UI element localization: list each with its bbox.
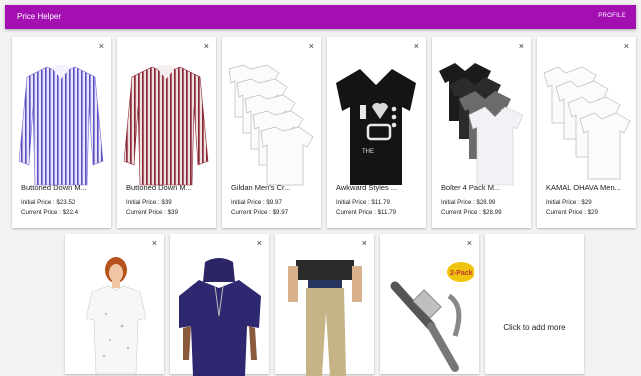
- current-price: Current Price : $22.4: [21, 209, 79, 216]
- product-name: KAMAL OHAVA Men...: [546, 183, 621, 192]
- current-price: Current Price : $29: [546, 209, 598, 216]
- close-icon[interactable]: ×: [362, 238, 367, 248]
- product-image: 2-Pack: [390, 262, 474, 372]
- close-icon[interactable]: ×: [519, 41, 524, 51]
- product-card[interactable]: × Gildan Men's Cr... Initial Price : $9.…: [222, 37, 321, 228]
- initial-price: Initial Price : $29: [546, 199, 592, 206]
- initial-price: Initial Price : $39: [126, 199, 172, 206]
- close-icon[interactable]: ×: [309, 41, 314, 51]
- product-card[interactable]: ×: [170, 234, 269, 376]
- close-icon[interactable]: ×: [467, 238, 472, 248]
- product-card[interactable]: × KAMAL OHAVA Men... Initial Price : $29…: [537, 37, 636, 228]
- product-name: Buttoned Down M...: [126, 183, 192, 192]
- add-more-label: Click to add more: [503, 323, 566, 332]
- product-name: Awkward Styles ...: [336, 183, 398, 192]
- product-image: [288, 260, 362, 376]
- current-price: Current Price : $28.99: [441, 209, 502, 216]
- product-image: [18, 65, 104, 186]
- close-icon[interactable]: ×: [152, 238, 157, 248]
- initial-price: Initial Price : $9.97: [231, 199, 282, 206]
- product-image: [123, 65, 209, 186]
- product-card[interactable]: × THE Awkward Styles ... Initial Price :…: [327, 37, 426, 228]
- product-image: [439, 63, 524, 186]
- product-image: [85, 257, 147, 375]
- initial-price: Initial Price : $23.52: [21, 199, 76, 206]
- product-card[interactable]: × Buttoned Down M... Initial Price : $23…: [12, 37, 111, 228]
- initial-price: Initial Price : $11.79: [336, 199, 390, 206]
- close-icon[interactable]: ×: [204, 41, 209, 51]
- pack-badge: 2-Pack: [450, 270, 473, 277]
- product-card[interactable]: × Buttoned Down M... Initial Price : $39…: [117, 37, 216, 228]
- product-image: [543, 66, 631, 180]
- product-name: Buttoned Down M...: [21, 183, 87, 192]
- app-title: Price Helper: [17, 12, 62, 21]
- add-product-card[interactable]: Click to add more: [485, 234, 584, 374]
- profile-button[interactable]: PROFILE: [598, 13, 626, 19]
- product-image: THE: [336, 69, 416, 185]
- close-icon[interactable]: ×: [624, 41, 629, 51]
- product-card[interactable]: ×: [65, 234, 164, 375]
- current-price: Current Price : $9.97: [231, 209, 289, 216]
- product-name: Gildan Men's Cr...: [231, 183, 291, 192]
- product-image: [179, 258, 261, 376]
- app-bar: Price Helper PROFILE: [5, 5, 636, 29]
- product-card[interactable]: × 2-Pack: [380, 234, 479, 374]
- initial-price: Initial Price : $28.99: [441, 199, 496, 206]
- svg-text:THE: THE: [362, 149, 374, 155]
- product-image: [228, 64, 314, 186]
- product-card[interactable]: ×: [275, 234, 374, 376]
- close-icon[interactable]: ×: [414, 41, 419, 51]
- current-price: Current Price : $39: [126, 209, 178, 216]
- current-price: Current Price : $11.79: [336, 209, 397, 216]
- product-card[interactable]: × Bolter 4 Pack M... Initial Price : $28…: [432, 37, 531, 228]
- close-icon[interactable]: ×: [257, 238, 262, 248]
- product-name: Bolter 4 Pack M...: [441, 183, 501, 192]
- close-icon[interactable]: ×: [99, 41, 104, 51]
